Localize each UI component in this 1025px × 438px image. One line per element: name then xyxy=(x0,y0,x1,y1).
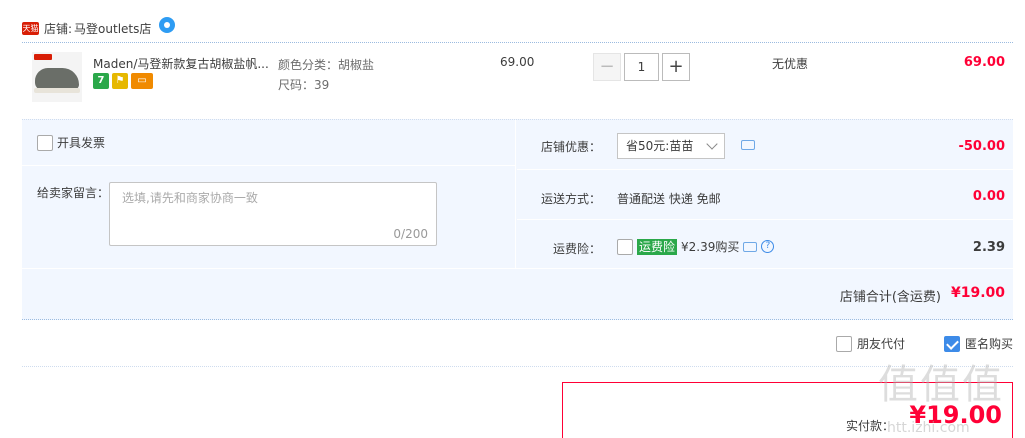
comment-icon[interactable] xyxy=(743,241,758,252)
product-thumbnail[interactable] xyxy=(32,52,82,102)
sku-info: 颜色分类：胡椒盐 尺码：39 xyxy=(278,55,374,95)
order-item-row: Maden/马登新款复古胡椒盐帆... 7 ⚑ ▭ 颜色分类：胡椒盐 尺码：39… xyxy=(22,43,1013,118)
store-coupon-label: 店铺优惠： xyxy=(540,140,601,154)
shipping-method: 普通配送 快递 免邮 xyxy=(617,192,721,206)
store-label: 店铺: xyxy=(44,21,73,36)
item-subtotal: 69.00 xyxy=(963,55,1005,70)
store-total-label: 店铺合计(含运费) xyxy=(839,290,941,305)
chevron-down-icon xyxy=(706,138,718,150)
shoe-sole xyxy=(34,88,80,93)
sku-color: 颜色分类：胡椒盐 xyxy=(278,58,375,72)
shipping-insurance-checkbox[interactable] xyxy=(617,238,633,255)
order-extras-panel: 开具发票 给卖家留言： 选填,请先和商家协商一致 0/200 店铺优惠： 省50… xyxy=(22,119,1013,320)
friend-pay-label: 朋友代付 xyxy=(857,337,906,351)
shipping-row: 运送方式： 普通配送 快递 免邮 0.00 xyxy=(517,170,1013,220)
invoice-label: 开具发票 xyxy=(57,136,106,150)
store-coupon-amount: -50.00 xyxy=(958,139,1005,154)
seller-message-textarea[interactable]: 选填,请先和商家协商一致 0/200 xyxy=(109,182,437,246)
invoice-checkbox[interactable] xyxy=(37,134,53,151)
help-icon[interactable]: ? xyxy=(761,240,775,253)
invoice-option[interactable]: 开具发票 xyxy=(37,134,105,151)
shipping-amount: 0.00 xyxy=(972,189,1005,204)
quantity-stepper: − 1 + xyxy=(593,53,690,81)
seller-message-counter: 0/200 xyxy=(393,227,428,241)
buyer-options: 开具发票 给卖家留言： 选填,请先和商家协商一致 0/200 xyxy=(22,120,516,268)
wangwang-chat-icon[interactable] xyxy=(159,17,176,33)
shipping-label: 运送方式： xyxy=(540,192,601,206)
store-coupon-row: 店铺优惠： 省50元:苗苗 -50.00 xyxy=(517,120,1013,170)
quantity-increase-button[interactable]: + xyxy=(662,53,690,81)
tmall-badge-icon: 天猫 xyxy=(22,21,39,35)
brand-logo-icon xyxy=(34,54,52,60)
comment-icon[interactable] xyxy=(741,140,755,150)
service-badges: 7 ⚑ ▭ xyxy=(93,73,153,89)
guarantee-icon[interactable]: ⚑ xyxy=(112,73,128,89)
store-total-amount: ¥19.00 xyxy=(950,285,1005,301)
payment-options: 朋友代付 匿名购买 xyxy=(22,321,1013,367)
quantity-input[interactable]: 1 xyxy=(624,53,659,81)
quantity-decrease-button[interactable]: − xyxy=(593,53,621,81)
product-title-link[interactable]: Maden/马登新款复古胡椒盐帆... xyxy=(93,55,273,72)
store-name-link[interactable]: 马登outlets店 xyxy=(74,20,151,37)
watermark-url: htt.izhi.com xyxy=(887,420,970,436)
friend-pay-checkbox[interactable] xyxy=(836,335,852,352)
sku-size: 尺码：39 xyxy=(278,78,330,92)
unit-price: 69.00 xyxy=(500,55,535,69)
store-total-row: 店铺合计(含运费) ¥19.00 xyxy=(22,268,1013,320)
shipping-insurance-amount: 2.39 xyxy=(972,240,1005,255)
seller-message-label: 给卖家留言： xyxy=(37,186,110,200)
seven-day-return-icon[interactable]: 7 xyxy=(93,73,109,89)
store-coupon-select[interactable]: 省50元:苗苗 xyxy=(617,133,725,159)
anonymous-purchase-option[interactable]: 匿名购买 xyxy=(944,335,1013,352)
store-coupon-selected: 省50元:苗苗 xyxy=(626,139,694,153)
shipping-insurance-price: ¥2.39购买 xyxy=(681,240,740,254)
anonymous-purchase-label: 匿名购买 xyxy=(965,337,1014,351)
credit-card-icon[interactable]: ▭ xyxy=(131,73,153,89)
anonymous-purchase-checkbox[interactable] xyxy=(944,335,960,352)
shipping-insurance-tag: 运费险 xyxy=(637,238,678,255)
seller-message-placeholder: 选填,请先和商家协商一致 xyxy=(122,191,258,205)
friend-pay-option[interactable]: 朋友代付 xyxy=(836,335,905,352)
invoice-row: 开具发票 xyxy=(22,120,516,166)
fees-panel: 店铺优惠： 省50元:苗苗 -50.00 运送方式： 普通配送 快递 免邮 0.… xyxy=(517,120,1013,268)
watermark-logo: 值值值 xyxy=(878,362,1004,408)
store-header: 天猫 店铺: 马登outlets店 xyxy=(22,17,176,39)
shipping-insurance-option[interactable]: 运费险 ¥2.39购买 ? xyxy=(617,238,775,255)
shoe-image xyxy=(35,68,79,90)
item-promotion: 无优惠 xyxy=(772,57,809,71)
shipping-insurance-row: 运费险： 运费险 ¥2.39购买 ? 2.39 xyxy=(517,220,1013,268)
shipping-insurance-label: 运费险： xyxy=(552,242,601,256)
